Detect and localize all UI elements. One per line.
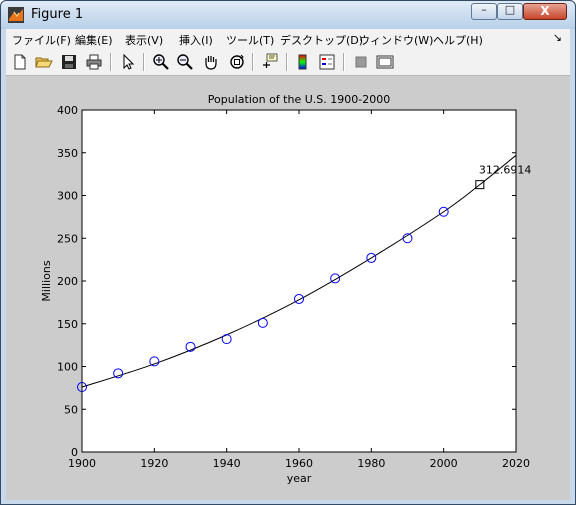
open-file-icon[interactable] bbox=[35, 53, 53, 71]
y-tick-label: 0 bbox=[71, 446, 78, 459]
menu-window[interactable]: ウィンドウ(W) bbox=[359, 32, 433, 48]
y-tick-label: 100 bbox=[57, 361, 78, 374]
window-title: Figure 1 bbox=[31, 7, 84, 22]
menu-file[interactable]: ファイル(F) bbox=[12, 32, 71, 48]
data-cursor-icon[interactable] bbox=[261, 53, 279, 71]
matlab-icon bbox=[8, 7, 24, 23]
y-tick-label: 400 bbox=[57, 104, 78, 117]
close-button[interactable]: X bbox=[523, 3, 567, 20]
y-tick-label: 50 bbox=[64, 403, 78, 416]
menu-view[interactable]: 表示(V) bbox=[125, 32, 163, 48]
plot-svg: Population of the U.S. 1900-2000 year Mi… bbox=[40, 93, 532, 485]
pan-icon[interactable] bbox=[202, 53, 220, 71]
menu-bar: ファイル(F) 編集(E) 表示(V) 挿入(I) ツール(T) デスクトップ(… bbox=[6, 29, 570, 49]
x-tick-label: 2000 bbox=[430, 457, 458, 470]
print-icon[interactable] bbox=[85, 53, 103, 71]
toolbar-separator bbox=[286, 53, 288, 71]
zoom-out-icon[interactable] bbox=[176, 53, 194, 71]
toolbar-separator bbox=[110, 53, 112, 71]
dock-arrow-icon[interactable]: ↘ bbox=[553, 31, 562, 44]
toolbar-separator bbox=[252, 53, 254, 71]
prediction-label: 312.6914 bbox=[479, 164, 532, 177]
client-area: ファイル(F) 編集(E) 表示(V) 挿入(I) ツール(T) デスクトップ(… bbox=[6, 29, 570, 500]
figure-toolbar bbox=[6, 49, 570, 76]
colorbar-icon[interactable] bbox=[294, 53, 312, 71]
minimize-icon: – bbox=[481, 3, 487, 16]
maximize-icon: □ bbox=[504, 3, 516, 16]
x-tick-label: 1980 bbox=[357, 457, 385, 470]
save-icon[interactable] bbox=[60, 53, 78, 71]
axes-background[interactable] bbox=[82, 110, 516, 452]
y-axis-label: Millions bbox=[40, 260, 53, 301]
show-plot-tools-icon[interactable] bbox=[376, 53, 394, 71]
legend-icon[interactable] bbox=[318, 53, 336, 71]
toolbar-separator bbox=[343, 53, 345, 71]
pointer-icon[interactable] bbox=[119, 53, 137, 71]
figure-canvas: Population of the U.S. 1900-2000 year Mi… bbox=[6, 76, 570, 500]
close-icon: X bbox=[540, 4, 550, 18]
y-tick-label: 150 bbox=[57, 318, 78, 331]
x-tick-label: 1940 bbox=[213, 457, 241, 470]
menu-help[interactable]: ヘルプ(H) bbox=[433, 32, 483, 48]
x-tick-label: 1960 bbox=[285, 457, 313, 470]
menu-edit[interactable]: 編集(E) bbox=[75, 32, 113, 48]
y-tick-label: 350 bbox=[57, 147, 78, 160]
minimize-button[interactable]: – bbox=[471, 3, 497, 20]
hide-plot-tools-icon[interactable] bbox=[352, 53, 370, 71]
x-tick-label: 1920 bbox=[140, 457, 168, 470]
menu-insert[interactable]: 挿入(I) bbox=[179, 32, 213, 48]
title-bar[interactable]: Figure 1 – □ X bbox=[1, 1, 575, 29]
y-tick-label: 300 bbox=[57, 190, 78, 203]
new-figure-icon[interactable] bbox=[11, 53, 29, 71]
y-tick-label: 250 bbox=[57, 232, 78, 245]
toolbar-separator bbox=[143, 53, 145, 71]
rotate-3d-icon[interactable] bbox=[228, 53, 246, 71]
chart-title: Population of the U.S. 1900-2000 bbox=[208, 93, 390, 106]
figure-window: Figure 1 – □ X ファイル(F) 編集(E) 表示(V) 挿入(I)… bbox=[0, 0, 576, 505]
menu-desktop[interactable]: デスクトップ(D) bbox=[280, 32, 363, 48]
x-tick-label: 2020 bbox=[502, 457, 530, 470]
x-axis-label: year bbox=[287, 472, 312, 485]
maximize-button[interactable]: □ bbox=[497, 3, 523, 20]
zoom-in-icon[interactable] bbox=[152, 53, 170, 71]
menu-tools[interactable]: ツール(T) bbox=[226, 32, 274, 48]
y-tick-label: 200 bbox=[57, 275, 78, 288]
